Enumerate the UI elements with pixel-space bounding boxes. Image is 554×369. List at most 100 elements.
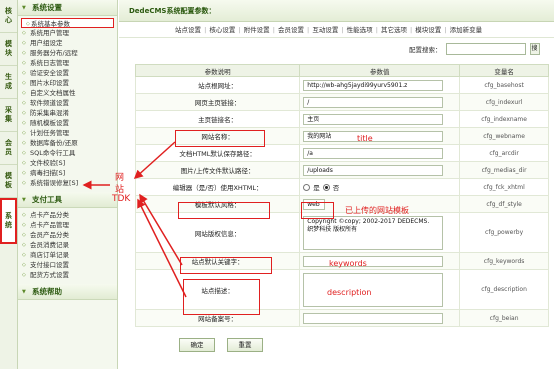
row-var: cfg_webname: [459, 127, 549, 145]
sidebar-item-pay-2[interactable]: 会员产品分类: [18, 230, 117, 240]
row-label: 图片/上传文件默认路径：: [134, 161, 301, 179]
annotation-template: 已上传的网站模板: [345, 206, 409, 215]
sidebar-item-sys-15[interactable]: 病毒扫描[S]: [18, 168, 117, 178]
tab-separator: |: [202, 26, 209, 34]
config-tab-0[interactable]: 站点设置: [175, 26, 201, 34]
table-row: 编辑器（是/否）使用XHTML： 是 否 cfg_fck_xhtml: [134, 178, 549, 196]
reset-button[interactable]: 重置: [227, 338, 263, 352]
sidebar-item-pay-4[interactable]: 商店订单记录: [18, 250, 117, 260]
beian-input[interactable]: [303, 312, 444, 324]
vtab-module[interactable]: 模块: [0, 33, 17, 66]
description-textarea[interactable]: [303, 272, 444, 307]
sidebar-item-sys-5[interactable]: 验证安全设置: [18, 68, 117, 78]
row-var: cfg_powerby: [459, 212, 549, 253]
sidebar-item-sys-8[interactable]: 软件频道设置: [18, 98, 117, 108]
webname-input[interactable]: 我的网站: [303, 130, 444, 142]
powerby-line-2: 织梦科技 版权所有: [307, 225, 358, 233]
table-row: 图片/上传文件默认路径： /uploads cfg_medias_dir: [134, 161, 549, 179]
annotation-box-keywords: [180, 257, 272, 274]
arcdir-input[interactable]: /a: [303, 147, 444, 159]
sidebar-item-sys-3[interactable]: 服务器分布/远程: [18, 48, 117, 58]
sidebar-item-pay-0[interactable]: 点卡产品分类: [18, 210, 117, 220]
tab-separator: |: [407, 26, 415, 34]
vtab-core[interactable]: 核心: [0, 0, 17, 33]
basehost-input[interactable]: http://wb-ahg5jaydi99yurv5901.z: [303, 79, 444, 91]
config-tab-3[interactable]: 会员设置: [278, 26, 304, 34]
sidebar-item-sys-10[interactable]: 随机模板设置: [18, 118, 117, 128]
row-var: cfg_medias_dir: [459, 161, 549, 179]
config-tab-4[interactable]: 互动设置: [312, 26, 338, 34]
annotation-keywords: keywords: [329, 259, 367, 268]
config-tab-6[interactable]: 其它选项: [381, 26, 407, 34]
sidebar-item-pay-6[interactable]: 配货方式设置: [18, 270, 117, 280]
xhtml-radio-group: 是 否: [303, 182, 456, 192]
config-tab-5[interactable]: 性能选项: [347, 26, 373, 34]
config-search-button[interactable]: 搜: [529, 43, 540, 55]
indexurl-input[interactable]: /: [303, 96, 444, 108]
sidebar-item-sys-0[interactable]: 系统基本参数: [21, 18, 114, 29]
config-tab-2[interactable]: 附件设置: [244, 26, 270, 34]
row-var: cfg_arcdir: [459, 144, 549, 162]
table-row: 网页主页链接： / cfg_indexurl: [134, 93, 549, 111]
config-search-input[interactable]: [445, 43, 526, 55]
sidebar-item-sys-11[interactable]: 计划任务管理: [18, 128, 117, 138]
dedecms-admin: 核心 模块 生成 采集 会员 模板 系统 系统设置 系统基本参数系统用户管理用户…: [0, 0, 554, 369]
sidebar-item-sys-7[interactable]: 自定义文档属性: [18, 88, 117, 98]
row-label: 文档HTML默认保存路径：: [134, 144, 301, 162]
annotation-description: description: [327, 288, 372, 297]
sidebar: 系统设置 系统基本参数系统用户管理用户组设定服务器分布/远程系统日志管理验证安全…: [18, 0, 118, 369]
sidebar-item-pay-1[interactable]: 点卡产品管理: [18, 220, 117, 230]
vtab-system[interactable]: 系统: [0, 198, 17, 244]
xhtml-yes-radio[interactable]: [303, 183, 311, 191]
config-tab-7[interactable]: 模块设置: [415, 26, 441, 34]
config-tab-1[interactable]: 核心设置: [209, 26, 235, 34]
sidebar-item-sys-6[interactable]: 图片水印设置: [18, 78, 117, 88]
sidebar-item-sys-4[interactable]: 系统日志管理: [18, 58, 117, 68]
annotation-box-webname: [175, 130, 265, 147]
table-header: 参数说明 参数值 变量名: [134, 64, 549, 77]
col-header-desc: 参数说明: [134, 64, 301, 77]
vtab-collect[interactable]: 采集: [0, 99, 17, 132]
sidebar-group-system-help[interactable]: 系统帮助: [18, 284, 117, 300]
sidebar-menu-system: 系统基本参数系统用户管理用户组设定服务器分布/远程系统日志管理验证安全设置图片水…: [18, 16, 117, 192]
sidebar-item-sys-9[interactable]: 防采集串混淆: [18, 108, 117, 118]
tab-separator: |: [339, 26, 346, 34]
sidebar-item-pay-3[interactable]: 会员消费记录: [18, 240, 117, 250]
annotation-box-template: [178, 202, 270, 219]
sidebar-item-pay-5[interactable]: 支付接口设置: [18, 260, 117, 270]
powerby-textarea[interactable]: Copyright ©copy; 2002-2017 DEDECMS. 织梦科技…: [303, 215, 444, 250]
sidebar-item-sys-1[interactable]: 系统用户管理: [18, 28, 117, 38]
indexname-input[interactable]: 主页: [303, 113, 444, 125]
row-var: cfg_indexurl: [459, 93, 549, 111]
annotation-box-template-value: [301, 202, 334, 219]
vtab-template[interactable]: 模板: [0, 165, 17, 198]
config-tabs: 站点设置 | 核心设置 | 附件设置 | 会员设置 | 互动设置 | 性能选项 …: [119, 22, 554, 38]
xhtml-yes-label: 是: [313, 184, 320, 192]
vtab-member[interactable]: 会员: [0, 132, 17, 165]
row-var: cfg_description: [459, 269, 549, 310]
sidebar-group-system-settings[interactable]: 系统设置: [18, 0, 117, 16]
confirm-button[interactable]: 确定: [179, 338, 215, 352]
config-tab-8[interactable]: 添加新变量: [450, 26, 483, 34]
sidebar-item-sys-12[interactable]: 数据库备份/还原: [18, 138, 117, 148]
tab-separator: |: [304, 26, 312, 34]
sidebar-item-sys-13[interactable]: SQL命令行工具: [18, 148, 117, 158]
annotation-title: title: [357, 134, 373, 143]
keywords-input[interactable]: [303, 255, 444, 267]
tab-separator: |: [270, 26, 277, 34]
vtab-generate[interactable]: 生成: [0, 66, 17, 99]
table-row: 主页链接名： 主页 cfg_indexname: [134, 110, 549, 128]
row-var: cfg_keywords: [459, 252, 549, 270]
sidebar-menu-payment: 点卡产品分类点卡产品管理会员产品分类会员消费记录商店订单记录支付接口设置配货方式…: [18, 208, 117, 284]
row-var: cfg_basehost: [459, 76, 549, 94]
sidebar-item-sys-16[interactable]: 系统错误修复[S]: [18, 178, 117, 188]
xhtml-no-radio[interactable]: [322, 183, 330, 191]
page-title: DedeCMS系统配置参数：: [119, 0, 554, 22]
sidebar-group-payment-tools[interactable]: 支付工具: [18, 192, 117, 208]
sidebar-item-sys-14[interactable]: 文件校验[S]: [18, 158, 117, 168]
medias-dir-input[interactable]: /uploads: [303, 164, 444, 176]
tab-separator: |: [442, 26, 449, 34]
sidebar-item-sys-2[interactable]: 用户组设定: [18, 38, 117, 48]
form-buttons: 确定 重置: [179, 338, 263, 352]
row-var: cfg_beian: [459, 309, 549, 327]
